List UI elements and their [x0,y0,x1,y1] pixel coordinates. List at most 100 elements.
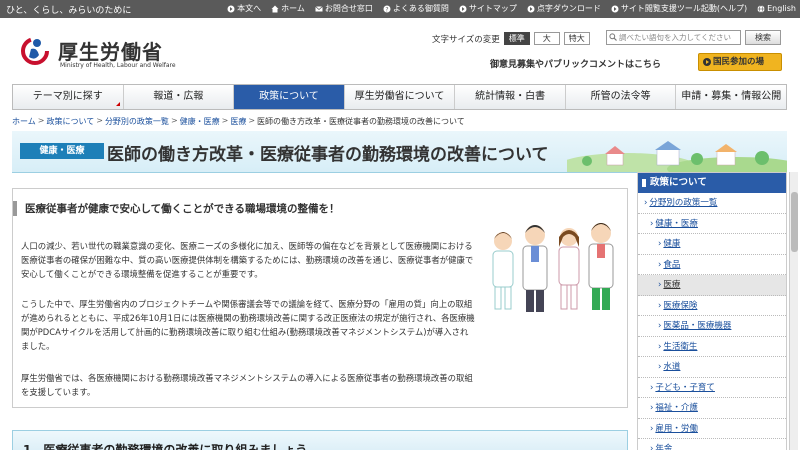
sidebar-item-medical-insurance[interactable]: › 医療保険 [638,296,786,316]
font-size-xlarge-button[interactable]: 特大 [563,32,590,45]
sidebar-item-sanitation[interactable]: › 生活衛生 [638,337,786,357]
ministry-logo-icon[interactable] [20,35,50,65]
link-label: English [767,4,796,13]
sidebar-item-label: 医療保険 [663,300,698,311]
arrow-icon [227,5,235,12]
sidebar: 政策について › 分野別の政策一覧 › 健康・医療 › 健康 › 食品 › 医療 › 医療保… [637,172,787,450]
nav-label: テーマ別に探す [32,91,103,102]
nav-statistics[interactable]: 統計情報・白書 [454,85,565,109]
link-skip-to-content[interactable]: 本文へ [227,3,261,14]
chevron-right-icon: › [650,403,654,413]
breadcrumb-policy[interactable]: 政策について [46,116,94,130]
top-utility-bar: ひと、くらし、みらいのために 本文へ ホーム お問合せ窓口 ? よくある御質問 サ… [0,0,800,18]
corner-mark-icon [115,102,120,106]
sidebar-item-label: 年金 [655,444,673,450]
globe-icon [757,4,765,13]
page-title: 医師の働き方改革・医療従事者の勤務環境の改善について [107,145,549,165]
chevron-right-icon: › [658,280,662,290]
nav-policy[interactable]: 政策について [233,85,344,109]
breadcrumb-medical[interactable]: 医療 [230,116,246,130]
sidebar-item-children[interactable]: › 子ども・子育て [638,378,786,398]
medical-staff-illustration [492,223,614,312]
participation-button[interactable]: 国民参加の場 [698,53,782,71]
global-nav: テーマ別に探す 報道・広報 政策について 厚生労働省について 統計情報・白書 所… [12,84,787,110]
breadcrumb-health-medical[interactable]: 健康・医療 [180,116,220,130]
home-icon [271,5,279,12]
chevron-right-icon: › [658,362,662,372]
breadcrumb: ホーム > 政策について > 分野別の政策一覧 > 健康・医療 > 医療 > 医師の働き方… [12,116,787,130]
sidebar-item-health-medical[interactable]: › 健康・医療 [638,214,786,234]
link-braille-download[interactable]: 点字ダウンロード [527,3,601,14]
sidebar-item-pension[interactable]: › 年金 [638,439,786,450]
link-contact[interactable]: お問合せ窓口 [315,3,373,14]
tagline: ひと、くらし、みらいのために [6,6,132,16]
font-size-large-button[interactable]: 大 [533,32,560,45]
sidebar-list: › 分野別の政策一覧 › 健康・医療 › 健康 › 食品 › 医療 › 医療保険 › 医薬品・… [638,193,786,450]
sidebar-item-health[interactable]: › 健康 [638,234,786,255]
chevron-right-icon: › [658,341,662,352]
chevron-right-icon: › [644,198,648,208]
font-size-label: 文字サイズの変更 [432,34,500,45]
nav-theme[interactable]: テーマ別に探す [13,85,123,109]
chevron-right-icon: › [650,423,654,434]
font-size-standard-button[interactable]: 標準 [503,32,530,45]
link-faq[interactable]: ? よくある御質問 [383,3,449,14]
sidebar-item-employment[interactable]: › 雇用・労働 [638,419,786,439]
breadcrumb-separator: > [248,116,256,125]
nav-application[interactable]: 申請・募集・情報公開 [675,85,786,109]
nav-about[interactable]: 厚生労働省について [343,85,455,109]
chevron-right-icon: › [658,321,662,331]
sidebar-item-food[interactable]: › 食品 [638,255,786,275]
arrow-icon [611,5,619,12]
breadcrumb-separator: > [37,116,45,125]
search-icon [609,33,617,41]
chevron-right-icon: › [650,382,654,393]
link-english[interactable]: English [757,3,796,14]
breadcrumb-home[interactable]: ホーム [12,116,36,130]
sidebar-item-label: 医薬品・医療機器 [663,321,732,331]
sidebar-item-label: 水道 [663,362,681,372]
site-title[interactable]: 厚生労働省 [58,36,163,65]
sidebar-item-water[interactable]: › 水道 [638,357,786,378]
search-button[interactable]: 検索 [745,30,781,45]
sidebar-item-label: 医療 [663,280,681,290]
sidebar-scrollbar[interactable] [789,172,798,450]
breadcrumb-policy-list[interactable]: 分野別の政策一覧 [105,116,169,130]
link-home[interactable]: ホーム [271,3,305,14]
sidebar-heading[interactable]: 政策について [638,173,786,193]
link-label: お問合せ窓口 [324,4,373,13]
section-title: 1．医療従事者の勤務環境の改善に取り組みましょう [23,443,308,450]
page-title-banner: 健康・医療 医師の働き方改革・医療従事者の勤務環境の改善について [12,131,787,173]
link-label: サイト閲覧支援ツール起動(ヘルプ) [620,4,748,13]
section-heading-1: 1．医療従事者の勤務環境の改善に取り組みましょう [12,430,628,450]
sidebar-item-label: 健康・医療 [655,218,698,229]
breadcrumb-separator: > [170,116,178,125]
intro-paragraph-3: 厚生労働省では、各医療機関における勤務環境改善マネジメントシステムの導入による医… [21,373,473,397]
link-label: 点字ダウンロード [536,4,601,13]
sidebar-item-medical[interactable]: › 医療 [638,275,786,296]
scrollbar-thumb[interactable] [791,192,798,252]
link-label: 本文へ [237,4,262,13]
link-label: よくある御質問 [392,4,449,13]
chevron-right-icon: › [658,239,662,249]
link-accessibility-tool[interactable]: サイト閲覧支援ツール起動(ヘルプ) [611,3,747,14]
sidebar-item-pharma-devices[interactable]: › 医薬品・医療機器 [638,316,786,337]
link-sitemap[interactable]: サイトマップ [459,3,517,14]
intro-box: 医療従事者が健康で安心して働くことができる職場環境の整備を！ 人口の減少、若い世… [12,188,628,408]
utility-links: 本文へ ホーム お問合せ窓口 ? よくある御質問 サイトマップ 点字ダウンロード … [227,3,796,14]
site-subtitle: Ministry of Health, Labour and Welfare [60,62,176,69]
townscape-illustration [567,141,787,172]
sidebar-item-label: 雇用・労働 [655,423,698,434]
sidebar-item-label: 健康 [663,239,681,249]
chevron-right-icon: › [650,218,654,229]
nav-laws[interactable]: 所管の法令等 [564,85,676,109]
public-comment-link[interactable]: 御意見募集やパブリックコメントはこちら [490,57,661,70]
sidebar-item-welfare[interactable]: › 福祉・介護 [638,398,786,419]
mail-icon [315,5,323,11]
chevron-right-icon: › [658,300,662,311]
sidebar-item-policy-list[interactable]: › 分野別の政策一覧 [638,193,786,214]
search-input[interactable]: 調べたい語句を入力してください [606,30,741,45]
intro-paragraph-1: 人口の減少、若い世代の職業意識の変化、医療ニーズの多様化に加え、医師等の偏在など… [21,241,474,279]
nav-press[interactable]: 報道・広報 [122,85,234,109]
chevron-right-icon: › [658,259,662,270]
